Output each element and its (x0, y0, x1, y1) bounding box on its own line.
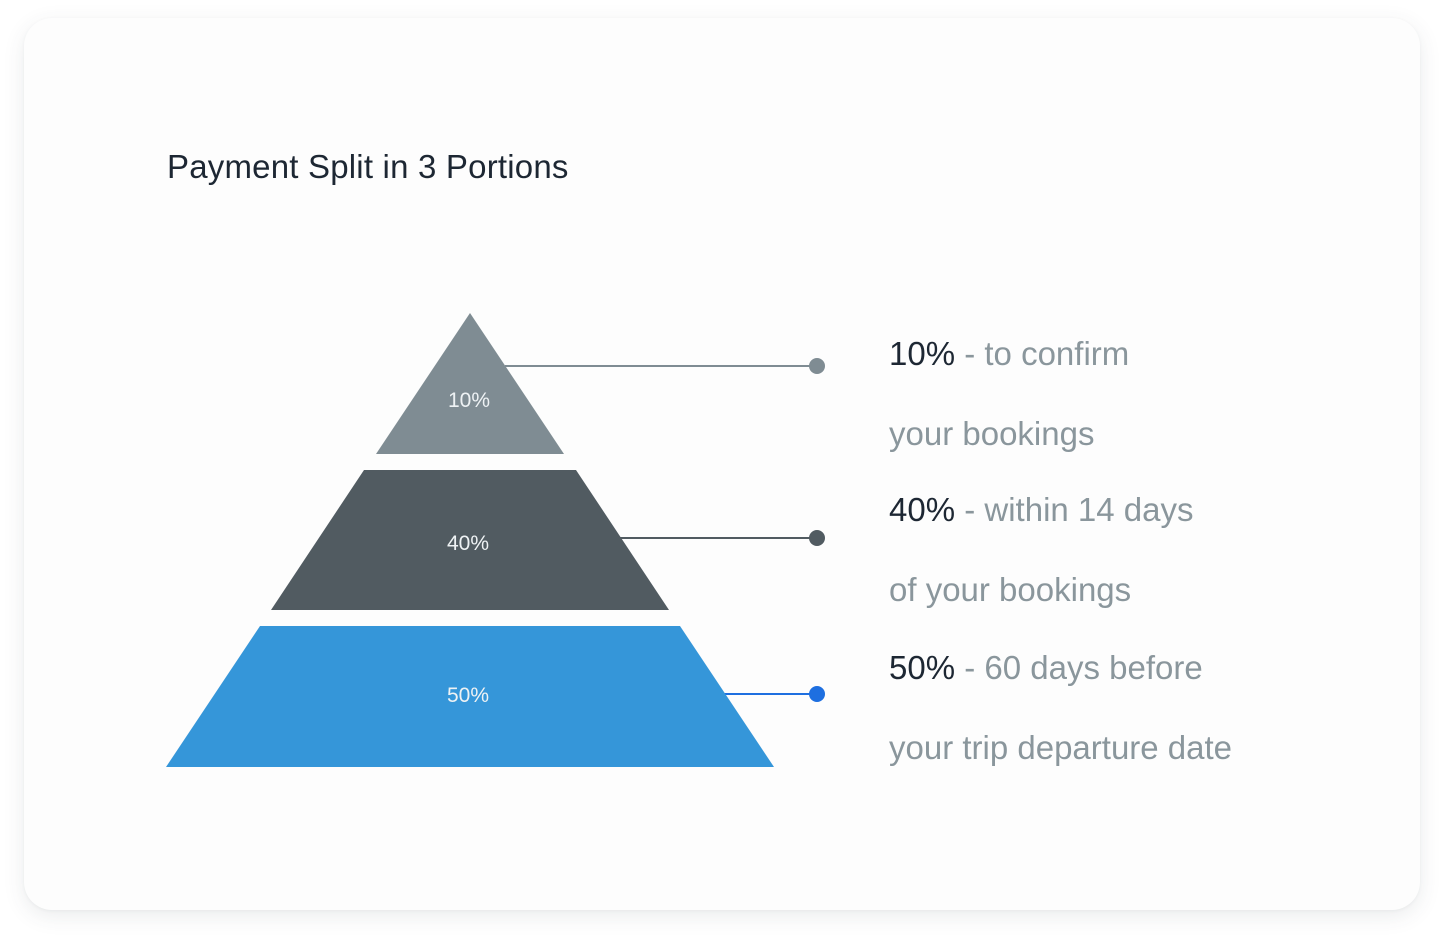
pyramid-tier-top (376, 313, 564, 454)
description-middle: 40% - within 14 days of your bookings (889, 470, 1194, 630)
tier-label-top: 10% (448, 389, 490, 412)
payment-pyramid: 10% 40% 50% (166, 313, 825, 767)
tier-label-bottom: 50% (447, 684, 489, 707)
description-top: 10% - to confirm your bookings (889, 314, 1129, 474)
description-top-percent: 10% (889, 335, 956, 372)
description-top-line1: to confirm (984, 335, 1130, 372)
connector-dot-bottom (809, 686, 825, 702)
description-bottom-separator: - (955, 649, 985, 686)
connector-dot-middle (809, 530, 825, 546)
description-middle-separator: - (955, 491, 985, 528)
description-top-line2: your bookings (889, 415, 1095, 452)
description-middle-line2: of your bookings (889, 571, 1132, 608)
description-bottom-line2: your trip departure date (889, 729, 1233, 766)
connector-dot-top (809, 358, 825, 374)
description-bottom: 50% - 60 days before your trip departure… (889, 628, 1232, 788)
description-bottom-percent: 50% (889, 649, 956, 686)
tier-label-middle: 40% (447, 532, 489, 555)
description-bottom-line1: 60 days before (984, 649, 1203, 686)
description-top-separator: - (955, 335, 985, 372)
description-middle-percent: 40% (889, 491, 956, 528)
description-middle-line1: within 14 days (984, 491, 1194, 528)
